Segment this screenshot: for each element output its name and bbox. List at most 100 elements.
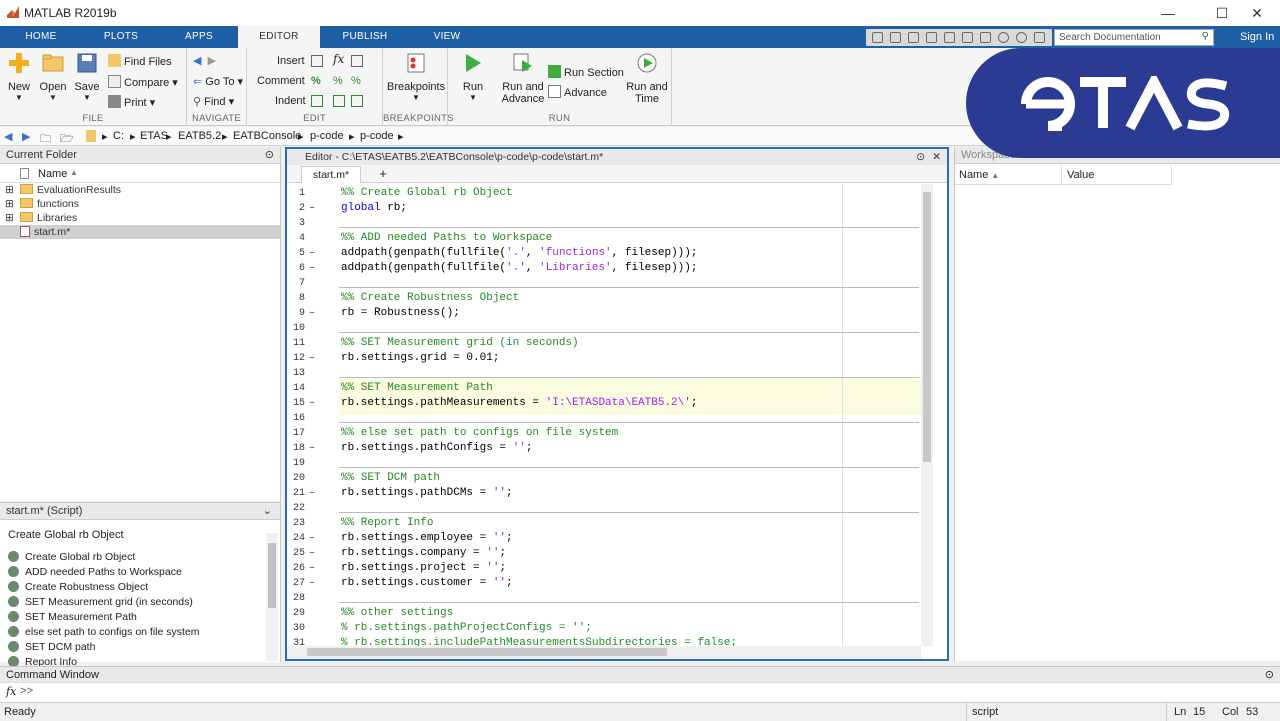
code-line[interactable]: %% else set path to configs on file syst… xyxy=(341,426,618,441)
workspace-value-column[interactable]: Value xyxy=(1067,169,1094,181)
line-number[interactable]: 17 xyxy=(287,426,305,441)
line-number[interactable]: 15 xyxy=(287,396,305,411)
editor-close-icon[interactable]: ✕ xyxy=(932,149,941,165)
line-number[interactable]: 26 xyxy=(287,561,305,576)
editor-horizontal-scrollbar[interactable] xyxy=(287,646,921,659)
outline-item[interactable]: Create Global rb Object xyxy=(8,550,135,565)
line-number[interactable]: 8 xyxy=(287,291,305,306)
help-quick-icon[interactable] xyxy=(998,32,1009,43)
minimize-button[interactable]: — xyxy=(1145,0,1191,26)
comment-button[interactable]: Comment xyxy=(257,75,305,87)
panel-actions-icon[interactable]: ⊙ xyxy=(265,147,274,164)
open-button[interactable]: Open ▼ xyxy=(38,52,68,102)
line-number[interactable]: 31 xyxy=(287,636,305,646)
nav-forward-icon[interactable]: ▶ xyxy=(208,55,216,67)
find-files-button[interactable]: Find Files xyxy=(108,54,172,68)
code-line[interactable]: % rb.settings.includePathMeasurementsSub… xyxy=(341,636,737,646)
line-number[interactable]: 30 xyxy=(287,621,305,636)
code-line[interactable]: %% SET Measurement Path xyxy=(341,381,493,396)
tab-publish[interactable]: PUBLISH xyxy=(322,26,408,48)
line-number[interactable]: 25 xyxy=(287,546,305,561)
line-number[interactable]: 21 xyxy=(287,486,305,501)
sign-in-link[interactable]: Sign In xyxy=(1240,31,1274,43)
details-header[interactable]: start.m* (Script) ⌄ xyxy=(0,503,280,520)
code-line[interactable]: %% other settings xyxy=(341,606,453,621)
crumb-drive[interactable]: C: xyxy=(113,130,124,142)
line-number[interactable]: 9 xyxy=(287,306,305,321)
save-button[interactable]: Save ▼ xyxy=(74,52,100,102)
line-number[interactable]: 1 xyxy=(287,186,305,201)
name-column-header[interactable]: Name ▲ xyxy=(0,165,280,183)
crumb-pcode-1[interactable]: p-code xyxy=(310,130,344,142)
insert-button[interactable]: Insert xyxy=(277,55,305,67)
line-number[interactable]: 29 xyxy=(287,606,305,621)
paste-quick-icon[interactable] xyxy=(926,32,937,43)
tab-editor[interactable]: EDITOR xyxy=(238,26,320,48)
undo-quick-icon[interactable] xyxy=(944,32,955,43)
outline-item[interactable]: SET Measurement grid (in seconds) xyxy=(8,595,193,610)
switch-windows-icon[interactable] xyxy=(980,32,991,43)
smart-indent-icon[interactable] xyxy=(311,95,323,107)
command-input[interactable] xyxy=(40,684,1270,700)
line-number[interactable]: 27 xyxy=(287,576,305,591)
code-line[interactable]: rb.settings.company = ''; xyxy=(341,546,506,561)
chevron-down-icon[interactable]: ⌄ xyxy=(263,503,272,520)
run-and-advance-button[interactable]: Run and Advance xyxy=(500,52,546,105)
list-item[interactable]: ⊞ functions xyxy=(0,197,280,211)
function-browser-icon[interactable]: fx xyxy=(6,685,16,698)
run-and-time-button[interactable]: Run and Time xyxy=(624,52,670,105)
code-line[interactable]: rb = Robustness(); xyxy=(341,306,460,321)
code-line[interactable]: %% ADD needed Paths to Workspace xyxy=(341,231,552,246)
insert-section-icon[interactable] xyxy=(311,55,323,67)
outline-item[interactable]: ADD needed Paths to Workspace xyxy=(8,565,182,580)
editor-hscroll-thumb[interactable] xyxy=(307,648,667,656)
search-icon[interactable]: ⚲ xyxy=(1202,31,1209,42)
details-scrollbar[interactable] xyxy=(266,533,278,661)
code-line[interactable]: addpath(genpath(fullfile('.', 'Libraries… xyxy=(341,261,698,276)
outline-item[interactable]: else set path to configs on file system xyxy=(8,625,200,640)
code-line[interactable]: %% Create Robustness Object xyxy=(341,291,519,306)
increase-indent-icon[interactable] xyxy=(333,95,345,107)
list-item[interactable]: ⊞ EvaluationResults xyxy=(0,183,280,197)
editor-scroll-thumb[interactable] xyxy=(923,192,931,462)
line-number[interactable]: 3 xyxy=(287,216,305,231)
uncomment-icon[interactable]: % xyxy=(333,75,343,87)
line-number[interactable]: 6 xyxy=(287,261,305,276)
tab-view[interactable]: VIEW xyxy=(408,26,486,48)
line-number[interactable]: 19 xyxy=(287,456,305,471)
new-button[interactable]: New ▼ xyxy=(6,52,32,102)
line-number[interactable]: 5 xyxy=(287,246,305,261)
tab-plots[interactable]: PLOTS xyxy=(82,26,160,48)
line-number[interactable]: 23 xyxy=(287,516,305,531)
outline-item[interactable]: Create Robustness Object xyxy=(8,580,148,595)
command-actions-icon[interactable]: ⊙ xyxy=(1265,667,1274,683)
save-quick-icon[interactable] xyxy=(872,32,883,43)
editor-vertical-scrollbar[interactable] xyxy=(921,184,933,646)
code-area[interactable]: 1%% Create Global rb Object 2– global rb; 3… xyxy=(287,184,921,646)
line-number[interactable]: 10 xyxy=(287,321,305,336)
code-line[interactable]: % rb.settings.pathProjectConfigs = ''; xyxy=(341,621,592,636)
code-line[interactable]: rb.settings.employee = ''; xyxy=(341,531,513,546)
goto-button[interactable]: ⇐ Go To ▾ xyxy=(193,75,243,88)
code-line[interactable]: %% Create Global rb Object xyxy=(341,186,513,201)
workspace-name-column[interactable]: Name ▲ xyxy=(959,169,999,181)
expand-icon[interactable]: ⊞ xyxy=(5,183,14,197)
expand-icon[interactable]: ⊞ xyxy=(5,197,14,211)
code-line[interactable]: rb.settings.pathDCMs = ''; xyxy=(341,486,513,501)
address-back-icon[interactable]: ◀ xyxy=(4,130,12,143)
editor-tab-start[interactable]: start.m* xyxy=(301,166,361,183)
code-line[interactable]: rb.settings.project = ''; xyxy=(341,561,506,576)
insert-dropdown-icon[interactable] xyxy=(351,55,363,67)
line-number[interactable]: 14 xyxy=(287,381,305,396)
list-item-selected[interactable]: start.m* xyxy=(0,225,280,239)
outline-item[interactable]: SET DCM path xyxy=(8,640,95,655)
details-scroll-thumb[interactable] xyxy=(268,543,276,608)
print-button[interactable]: Print ▾ xyxy=(108,95,155,109)
decrease-indent-icon[interactable] xyxy=(351,95,363,107)
line-number[interactable]: 28 xyxy=(287,591,305,606)
compare-button[interactable]: Compare ▾ xyxy=(108,75,178,89)
back-forward-nav[interactable]: ◀ ▶ xyxy=(193,54,216,67)
redo-quick-icon[interactable] xyxy=(962,32,973,43)
tab-apps[interactable]: APPS xyxy=(160,26,238,48)
code-line[interactable]: rb.settings.pathMeasurements = 'I:\ETASD… xyxy=(341,396,697,411)
